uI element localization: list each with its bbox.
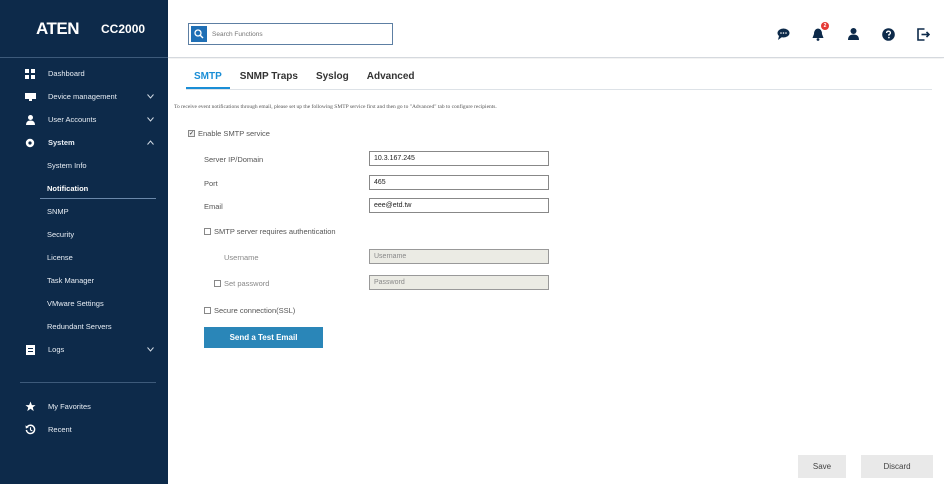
sidebar-item-user-accounts[interactable]: User Accounts <box>0 108 168 131</box>
sidebar-divider <box>20 382 156 383</box>
history-icon <box>24 424 36 436</box>
sidebar-item-my-favorites[interactable]: My Favorites <box>0 395 168 418</box>
send-test-email-button[interactable]: Send a Test Email <box>204 327 323 348</box>
set-password-label: Set password <box>224 279 270 288</box>
enable-smtp-label: Enable SMTP service <box>198 129 270 138</box>
chevron-down-icon[interactable] <box>146 116 154 124</box>
tab-smtp[interactable]: SMTP <box>186 67 230 89</box>
brand-logo: ATEN <box>36 18 80 38</box>
ssl-checkbox[interactable] <box>204 307 211 314</box>
tab-bar: SMTP SNMP Traps Syslog Advanced <box>186 67 425 89</box>
help-icon[interactable] <box>881 27 895 41</box>
logout-icon[interactable] <box>916 27 930 41</box>
auth-row: SMTP server requires authentication <box>204 227 336 236</box>
sidebar-subitem-security[interactable]: Security <box>0 223 168 246</box>
save-button[interactable]: Save <box>798 455 846 478</box>
set-password-checkbox[interactable] <box>214 280 221 287</box>
sidebar-item-label: Dashboard <box>48 69 85 78</box>
dashboard-icon <box>24 68 36 80</box>
sidebar-item-label: My Favorites <box>48 402 91 411</box>
gear-icon <box>24 137 36 149</box>
intro-text: To receive event notifications through e… <box>174 104 497 110</box>
tab-advanced[interactable]: Advanced <box>359 67 423 89</box>
sidebar-item-label: Logs <box>48 345 65 354</box>
sidebar-subitem-snmp[interactable]: SNMP <box>0 200 168 223</box>
bell-icon[interactable]: 2 <box>811 22 829 41</box>
search-input[interactable] <box>207 30 387 38</box>
sidebar-item-label: System <box>48 138 75 147</box>
sidebar-nav: Dashboard Device management User Account… <box>0 58 168 361</box>
tab-syslog[interactable]: Syslog <box>308 67 357 89</box>
sidebar-subitem-redundant-servers[interactable]: Redundant Servers <box>0 315 168 338</box>
sidebar-item-recent[interactable]: Recent <box>0 418 168 441</box>
auth-checkbox[interactable] <box>204 228 211 235</box>
discard-button[interactable]: Discard <box>861 455 933 478</box>
user-icon[interactable] <box>846 27 860 41</box>
top-icons: 2 <box>776 22 930 41</box>
top-bar: 2 <box>168 0 944 58</box>
ssl-row: Secure connection(SSL) <box>204 306 295 315</box>
server-field[interactable]: 10.3.167.245 <box>369 151 549 166</box>
sidebar-item-dashboard[interactable]: Dashboard <box>0 62 168 85</box>
auth-label: SMTP server requires authentication <box>214 227 336 236</box>
username-field[interactable]: Username <box>369 249 549 264</box>
sidebar-item-logs[interactable]: Logs <box>0 338 168 361</box>
brand: ATEN CC2000 <box>0 0 168 58</box>
search-icon[interactable] <box>191 26 207 42</box>
server-label: Server IP/Domain <box>204 155 264 164</box>
set-password-row: Set password <box>214 279 269 288</box>
ssl-label: Secure connection(SSL) <box>214 306 296 315</box>
sidebar-subitem-license[interactable]: License <box>0 246 168 269</box>
sidebar-item-system[interactable]: System <box>0 131 168 154</box>
notification-badge: 2 <box>821 22 829 30</box>
email-field[interactable]: eee@etd.tw <box>369 198 549 213</box>
sidebar-subitem-vmware-settings[interactable]: VMware Settings <box>0 292 168 315</box>
port-label: Port <box>204 179 218 188</box>
sidebar-item-label: Recent <box>48 425 72 434</box>
enable-smtp-checkbox[interactable]: ✓ <box>188 130 195 137</box>
logs-icon <box>24 344 36 356</box>
sidebar-subitem-system-info[interactable]: System Info <box>0 154 168 177</box>
sidebar: ATEN CC2000 Dashboard Device management … <box>0 0 168 484</box>
tab-underline <box>186 89 932 90</box>
sidebar-item-label: User Accounts <box>48 115 97 124</box>
sidebar-item-label: Device management <box>48 92 117 101</box>
sidebar-bottom-nav: My Favorites Recent <box>0 395 168 441</box>
star-icon <box>24 401 36 413</box>
device-icon <box>24 91 36 103</box>
password-field[interactable]: Password <box>369 275 549 290</box>
search-box <box>188 23 393 45</box>
email-label: Email <box>204 202 223 211</box>
port-field[interactable]: 465 <box>369 175 549 190</box>
chevron-up-icon[interactable] <box>146 139 154 147</box>
tab-snmp-traps[interactable]: SNMP Traps <box>232 67 306 89</box>
chevron-down-icon[interactable] <box>146 346 154 354</box>
user-icon <box>24 114 36 126</box>
main-panel: SMTP SNMP Traps Syslog Advanced To recei… <box>168 59 944 484</box>
username-label: Username <box>224 253 259 262</box>
brand-model: CC2000 <box>101 21 146 36</box>
sidebar-subitem-task-manager[interactable]: Task Manager <box>0 269 168 292</box>
chat-icon[interactable] <box>776 27 790 41</box>
sidebar-subitem-notification[interactable]: Notification <box>0 177 168 200</box>
enable-smtp-row: ✓ Enable SMTP service <box>188 129 270 138</box>
chevron-down-icon[interactable] <box>146 93 154 101</box>
sidebar-item-device-management[interactable]: Device management <box>0 85 168 108</box>
